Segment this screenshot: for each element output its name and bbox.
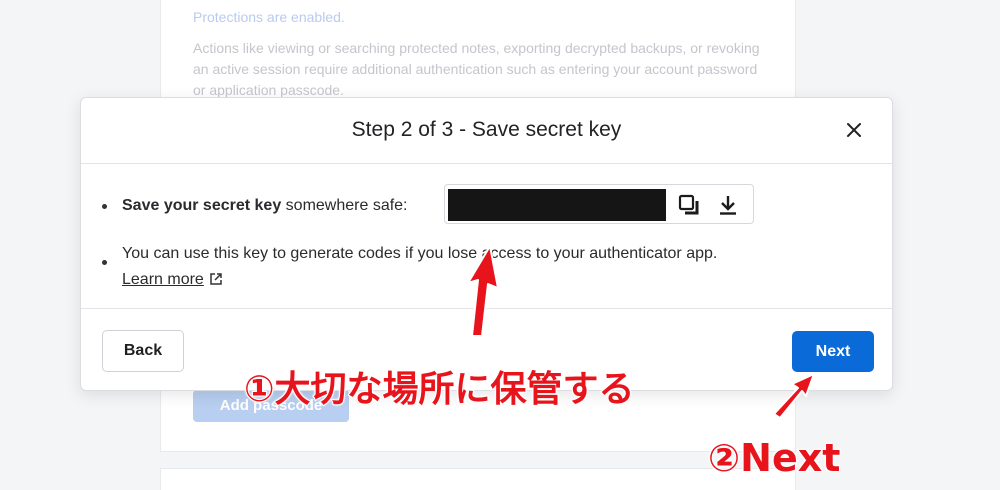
annotation-next: ②Next <box>707 435 841 481</box>
close-button[interactable] <box>840 116 868 144</box>
dialog-body: Save your secret key somewhere safe: You… <box>81 164 892 309</box>
learn-more-link[interactable]: Learn more <box>122 271 204 288</box>
back-button[interactable]: Back <box>102 330 184 372</box>
save-key-bold-text: Save your secret key <box>122 197 282 214</box>
save-key-instruction: Save your secret key somewhere safe: <box>122 197 408 215</box>
external-link-icon <box>210 273 222 285</box>
copy-icon <box>678 194 699 215</box>
settings-panel-background-lower <box>160 468 796 490</box>
next-button[interactable]: Next <box>792 331 874 372</box>
page: Protections are enabled. Actions like vi… <box>0 0 1000 490</box>
download-icon <box>720 196 736 215</box>
protections-status-text: Protections are enabled. <box>193 9 345 25</box>
bullet-point <box>102 260 107 265</box>
dialog-title: Step 2 of 3 - Save secret key <box>351 118 622 141</box>
bullet-point <box>102 204 107 209</box>
save-secret-key-dialog: Step 2 of 3 - Save secret key Save your … <box>80 97 893 391</box>
save-key-rest-text: somewhere safe: <box>281 197 408 214</box>
secret-key-value-redacted <box>448 189 666 221</box>
protections-description: Actions like viewing or searching protec… <box>193 40 760 98</box>
copy-key-button[interactable] <box>676 192 702 218</box>
annotation-save-safely: ①大切な場所に保管する <box>243 368 635 411</box>
download-key-button[interactable] <box>715 192 741 218</box>
key-usage-text: You can use this key to generate codes i… <box>122 245 718 262</box>
dialog-header: Step 2 of 3 - Save secret key <box>81 98 892 164</box>
secret-key-field[interactable] <box>444 184 754 224</box>
key-usage-explanation: You can use this key to generate codes i… <box>122 241 822 293</box>
close-icon <box>847 123 861 137</box>
